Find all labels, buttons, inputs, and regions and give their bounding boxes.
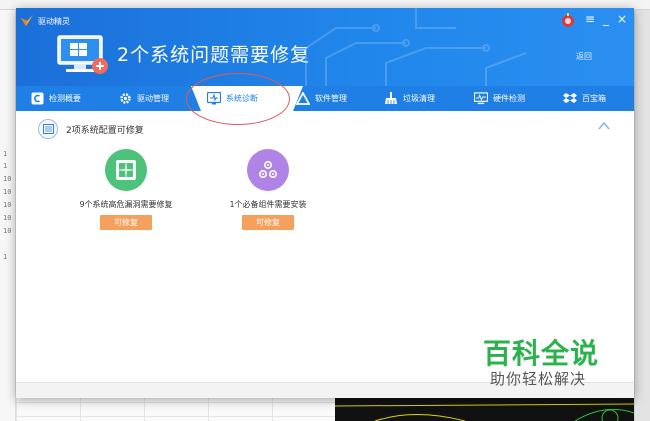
tab-label: 百宝箱 xyxy=(582,94,606,103)
box-icon xyxy=(563,92,577,106)
section-header: 2项系统配置可修复 xyxy=(38,119,144,139)
c-icon xyxy=(30,92,44,106)
app-name: 驱动精灵 xyxy=(38,17,70,26)
back-link[interactable]: 返回 xyxy=(576,51,592,62)
main-tabs: 检测概要 驱动管理 系统诊断 软件管理 垃圾清理 硬件检测 百宝箱 xyxy=(16,86,634,111)
tab-software-management[interactable]: 软件管理 xyxy=(296,86,347,111)
header-title: 2个系统问题需要修复 xyxy=(117,44,311,66)
shield-windows-icon xyxy=(105,149,147,191)
tab-hardware-detection[interactable]: 硬件检测 xyxy=(474,86,525,111)
tab-label: 软件管理 xyxy=(315,94,347,103)
row-number: 10 xyxy=(3,214,12,222)
row-number: 10 xyxy=(3,227,12,235)
circuit-decoration xyxy=(305,8,527,86)
row-number: 10 xyxy=(3,175,12,183)
close-button[interactable]: × xyxy=(616,12,628,26)
watermark-title: 百科全说 xyxy=(483,337,600,370)
triangle-icon xyxy=(296,92,310,106)
monitor-icon xyxy=(474,92,488,106)
row-number: 10 xyxy=(3,188,12,196)
background-cad-view xyxy=(335,398,634,421)
tab-driver-management[interactable]: 驱动管理 xyxy=(118,86,169,111)
highlight-ellipse xyxy=(186,73,290,125)
broom-icon xyxy=(384,92,398,106)
fix-button[interactable]: 可修复 xyxy=(100,215,152,230)
row-number: 1 xyxy=(3,150,8,158)
window-header: 驱动精灵 2个系统问题需要修复 返回 ≡ _ × xyxy=(16,8,634,86)
menu-button[interactable]: ≡ xyxy=(584,12,596,26)
components-icon xyxy=(247,149,289,191)
row-number: 1 xyxy=(3,253,8,261)
driver-genius-logo-icon xyxy=(21,15,33,26)
issue-label: 9个系统高危漏洞需要修复 xyxy=(79,200,173,209)
row-number: 1 xyxy=(3,162,8,170)
issue-item-vulnerabilities: 9个系统高危漏洞需要修复 可修复 xyxy=(56,149,196,230)
watermark-subtitle: 助你轻松解决 xyxy=(490,370,587,388)
tab-label: 垃圾清理 xyxy=(403,94,435,103)
minimize-button[interactable]: _ xyxy=(600,12,612,26)
tab-overview[interactable]: 检测概要 xyxy=(30,86,81,111)
tab-label: 驱动管理 xyxy=(137,94,169,103)
issue-item-components: 1个必备组件需要安装 可修复 xyxy=(198,149,338,230)
tab-junk-cleanup[interactable]: 垃圾清理 xyxy=(384,86,435,111)
fix-button[interactable]: 可修复 xyxy=(242,215,294,230)
user-avatar-icon[interactable] xyxy=(560,12,576,27)
tab-toolbox[interactable]: 百宝箱 xyxy=(563,86,606,111)
tab-label: 检测概要 xyxy=(49,94,81,103)
tab-label: 硬件检测 xyxy=(493,94,525,103)
section-title: 2项系统配置可修复 xyxy=(66,125,144,136)
issue-label: 1个必备组件需要安装 xyxy=(229,200,307,209)
gear-icon xyxy=(118,92,132,106)
system-monitor-icon xyxy=(57,35,108,74)
row-number: 10 xyxy=(3,201,12,209)
background-scrollbar[interactable] xyxy=(634,10,650,421)
chevron-up-icon[interactable] xyxy=(598,121,610,131)
config-icon xyxy=(38,119,58,139)
background-row-header: 1 1 10 10 10 10 10 1 xyxy=(0,10,16,421)
